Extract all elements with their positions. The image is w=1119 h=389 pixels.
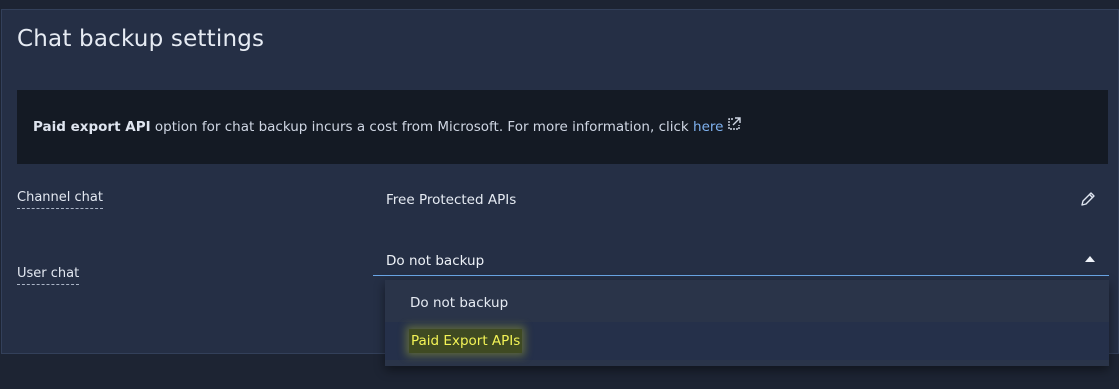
option-paid-export-apis[interactable]: Paid Export APIs	[385, 322, 1109, 360]
here-link[interactable]: here	[693, 119, 723, 135]
edit-channel-chat-button[interactable]	[1067, 182, 1109, 220]
caret-up-icon[interactable]	[1085, 256, 1095, 262]
page-title: Chat backup settings	[17, 26, 265, 52]
info-banner: Paid export API option for chat backup i…	[17, 90, 1108, 164]
channel-chat-label: Channel chat	[17, 190, 103, 209]
user-chat-label: User chat	[17, 266, 80, 285]
user-chat-dropdown-menu: Do not backup Paid Export APIs	[385, 280, 1109, 366]
info-text: option for chat backup incurs a cost fro…	[150, 119, 694, 135]
user-chat-select[interactable]: Do not backup	[373, 243, 1109, 276]
external-link-icon[interactable]	[727, 117, 742, 135]
info-message: Paid export API option for chat backup i…	[33, 117, 742, 136]
info-bold-text: Paid export API	[33, 119, 151, 135]
option-do-not-backup[interactable]: Do not backup	[385, 284, 1109, 322]
option-label: Paid Export APIs	[409, 329, 523, 353]
pencil-icon	[1079, 190, 1097, 212]
option-label: Do not backup	[410, 295, 509, 311]
channel-chat-value: Free Protected APIs	[386, 192, 517, 208]
user-chat-selected-value: Do not backup	[386, 253, 485, 269]
